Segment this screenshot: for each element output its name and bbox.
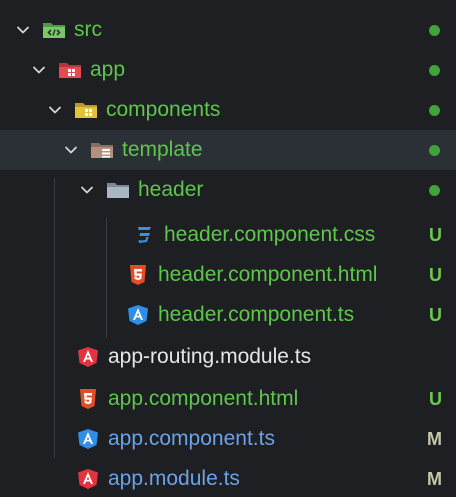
tree-item-file[interactable]: app.component.ts M: [0, 419, 456, 459]
folder-icon: [106, 179, 130, 201]
chevron-down-icon[interactable]: [30, 61, 48, 79]
tree-item-file[interactable]: app.component.html U: [0, 379, 456, 419]
folder-src-icon: [42, 19, 66, 41]
chevron-down-icon[interactable]: [62, 141, 80, 159]
tree-item-template[interactable]: template: [0, 130, 456, 170]
tree-item-label: header.component.html: [158, 263, 378, 286]
angular-component-icon: [76, 428, 100, 450]
git-status-badge: M: [427, 468, 442, 489]
chevron-down-icon[interactable]: [46, 101, 64, 119]
git-status-dot: [429, 24, 440, 36]
tree-item-file[interactable]: header.component.ts U: [0, 295, 456, 335]
tree-item-label: header.component.ts: [158, 303, 355, 326]
tree-item-label: app.component.ts: [108, 427, 275, 450]
tree-item-label: app-routing.module.ts: [108, 345, 312, 368]
angular-module-icon: [76, 468, 100, 490]
html-icon: [126, 264, 150, 286]
chevron-down-icon[interactable]: [14, 21, 32, 39]
git-status-dot: [429, 184, 440, 196]
git-status-badge: M: [427, 428, 442, 449]
tree-item-file[interactable]: app.module.ts M: [0, 459, 456, 497]
chevron-down-icon[interactable]: [78, 181, 96, 199]
tree-item-file[interactable]: header.component.html U: [0, 255, 456, 295]
tree-item-label: app.module.ts: [108, 467, 240, 490]
tree-item-header[interactable]: header: [0, 170, 456, 210]
angular-module-icon: [76, 346, 100, 368]
git-status-badge: U: [429, 304, 442, 325]
git-status-badge: U: [429, 264, 442, 285]
tree-item-file[interactable]: app-routing.module.ts: [0, 337, 456, 377]
tree-item-file[interactable]: header.component.css U: [0, 215, 456, 255]
file-explorer-tree: src app components template header heade…: [0, 0, 456, 497]
angular-component-icon: [126, 304, 150, 326]
git-status-dot: [429, 104, 440, 116]
css-icon: [132, 224, 156, 246]
tree-item-label: components: [106, 98, 221, 121]
tree-item-label: app.component.html: [108, 387, 299, 410]
folder-components-icon: [74, 99, 98, 121]
html-icon: [76, 388, 100, 410]
tree-item-label: app: [90, 58, 126, 81]
tree-item-src[interactable]: src: [0, 10, 456, 50]
git-status-badge: U: [429, 388, 442, 409]
folder-app-icon: [58, 59, 82, 81]
tree-item-label: header.component.css: [164, 223, 376, 246]
tree-item-label: src: [74, 18, 102, 41]
git-status-badge: U: [429, 224, 442, 245]
tree-item-label: template: [122, 138, 203, 161]
git-status-dot: [429, 144, 440, 156]
git-status-dot: [429, 64, 440, 76]
folder-template-icon: [90, 139, 114, 161]
tree-item-label: header: [138, 178, 204, 201]
tree-item-app[interactable]: app: [0, 50, 456, 90]
tree-item-components[interactable]: components: [0, 90, 456, 130]
